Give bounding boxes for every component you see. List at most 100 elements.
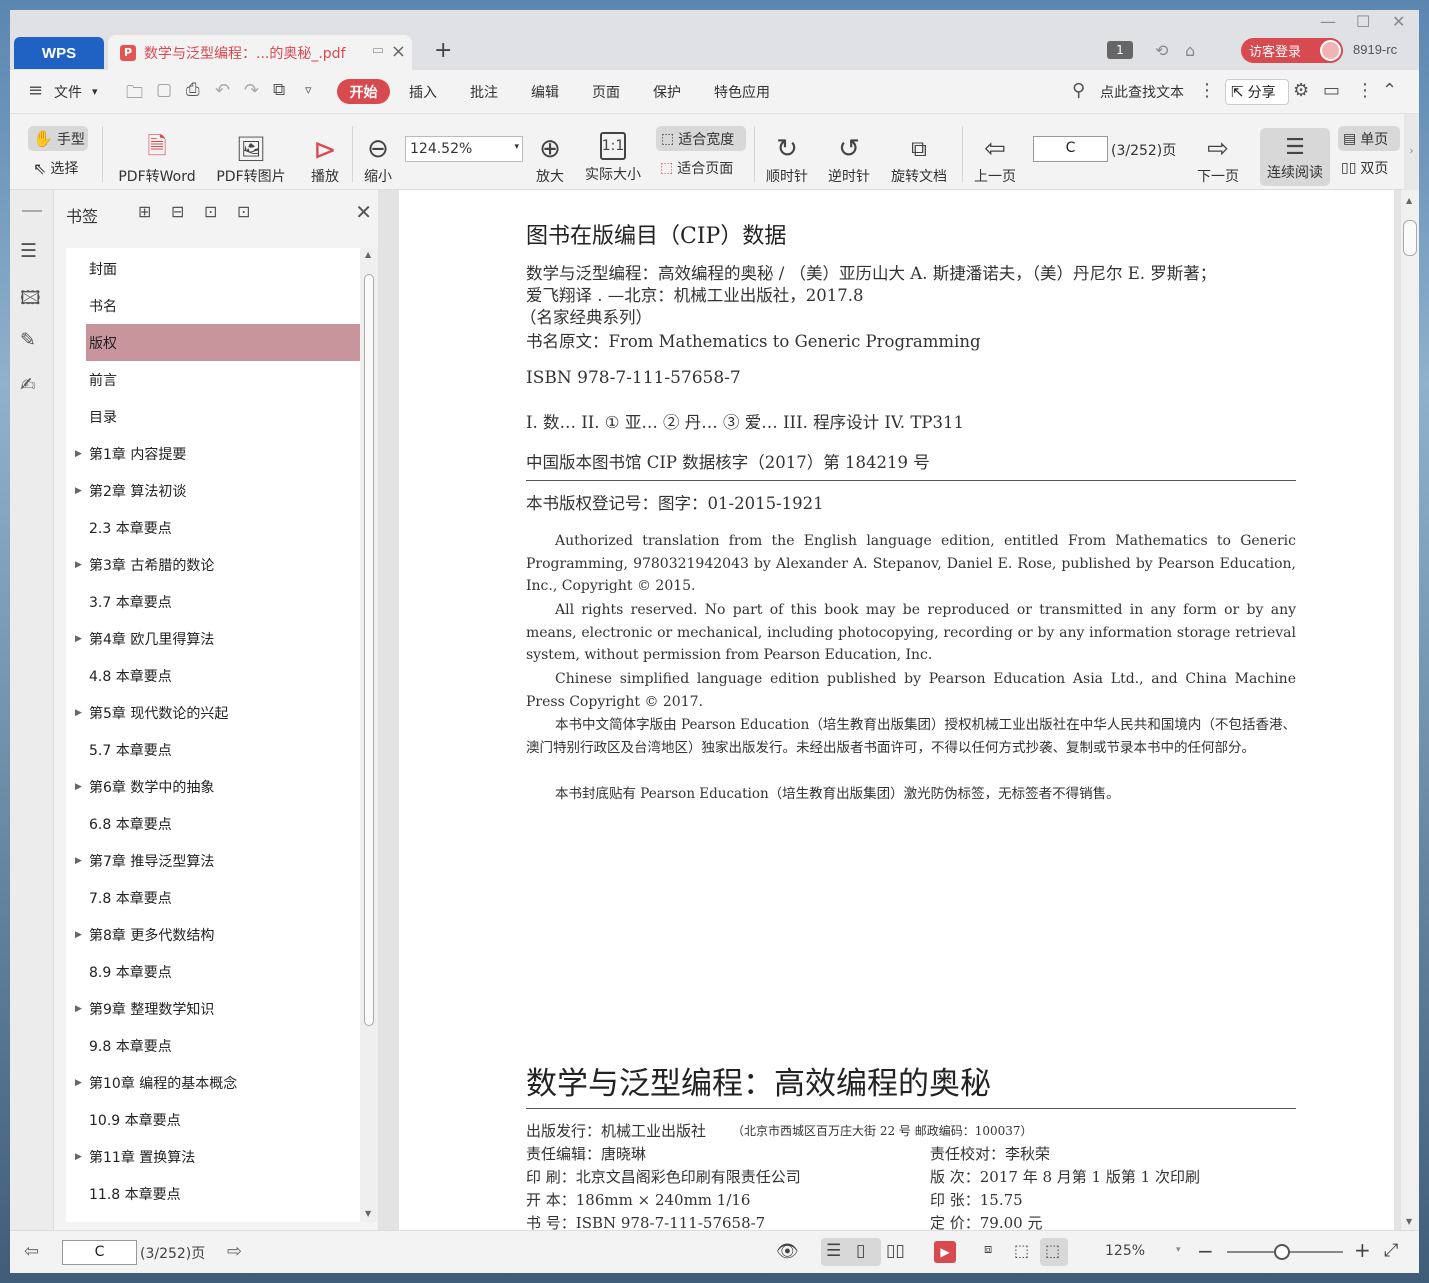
actual-size-icon[interactable]: ⧈	[984, 1242, 992, 1257]
settings-gear-icon[interactable]: ⚙	[1293, 80, 1309, 101]
menu-protect[interactable]: 保护	[653, 82, 681, 102]
fit-width-button[interactable]: ⬚ 适合宽度	[656, 126, 746, 151]
thumbnail-icon[interactable]: 🖾	[20, 284, 41, 316]
actual-size-button[interactable]: 1:1 实际大小	[582, 132, 644, 184]
play-slideshow-icon[interactable]: ▶	[934, 1241, 956, 1263]
signature-icon[interactable]: ✍	[20, 374, 36, 396]
collapse-all-icon[interactable]: ⊟	[171, 202, 184, 221]
open-folder-icon[interactable]: 🗀	[126, 80, 143, 109]
close-window-button[interactable]: ✕	[1392, 12, 1405, 31]
bookmark-item[interactable]: 前言	[66, 361, 360, 398]
maximize-button[interactable]: ☐	[1356, 12, 1370, 31]
page-number-input[interactable]: C	[1033, 136, 1108, 162]
minimize-button[interactable]: —	[1320, 12, 1336, 31]
bookmark-item[interactable]: ▶ 第1章 内容提要	[66, 435, 360, 472]
scroll-down-icon[interactable]: ▼	[365, 1209, 371, 1218]
document-tab[interactable]: P 数学与泛型编程：...的奥秘_.pdf ▭ ×	[108, 35, 412, 70]
status-page-input[interactable]: C	[62, 1240, 137, 1265]
bookmark-item[interactable]: ▶ 第7章 推导泛型算法	[66, 842, 360, 879]
zoom-select[interactable]: 124.52% ▾	[405, 136, 523, 162]
bookmark-item[interactable]: 书名	[66, 287, 360, 324]
document-viewport[interactable]: 图书在版编目（CIP）数据 数学与泛型编程：高效编程的奥秘 / （美）亚历山大 …	[378, 190, 1419, 1230]
menu-start[interactable]: 开始	[337, 79, 390, 104]
bookmark-item[interactable]: ▶ 第6章 数学中的抽象	[66, 768, 360, 805]
bookmark-item[interactable]: ▶ 第4章 欧几里得算法	[66, 620, 360, 657]
find-text-button[interactable]: 点此查找文本	[1100, 82, 1184, 102]
scrollbar-thumb[interactable]	[364, 274, 374, 1026]
expand-triangle-icon[interactable]: ▶	[75, 708, 82, 718]
bookmark-list-icon[interactable]: ☰	[20, 240, 37, 262]
toolbar-scroll-right[interactable]: ›	[1404, 114, 1419, 190]
expand-all-icon[interactable]: ⊡	[204, 202, 217, 221]
expand-triangle-icon[interactable]: ▶	[75, 1004, 82, 1014]
chevron-down-icon[interactable]: ▾	[92, 85, 98, 98]
double-page-button[interactable]: ▯▯ 双页	[1341, 158, 1388, 178]
zoom-in-icon[interactable]: +	[1354, 1238, 1371, 1262]
pdf-to-image-button[interactable]: 🖼 PDF转图片	[213, 132, 289, 186]
bookmark-item[interactable]: 5.7 本章要点	[66, 731, 360, 768]
bookmark-item[interactable]: ▶第12章 再论最大公约数算法	[66, 1212, 360, 1222]
single-page-button[interactable]: ▤ 单页	[1338, 126, 1400, 151]
comment-icon[interactable]: ▭	[1323, 80, 1340, 101]
menu-page[interactable]: 页面	[592, 82, 620, 102]
bookmark-item[interactable]: 版权	[86, 324, 360, 361]
bookmark-item[interactable]: 7.8 本章要点	[66, 879, 360, 916]
rotate-clockwise-button[interactable]: ↻ 顺时针	[762, 132, 812, 186]
new-tab-button[interactable]: +	[434, 38, 452, 63]
expand-triangle-icon[interactable]: ▶	[75, 449, 82, 459]
single-view-icon[interactable]: ▯	[856, 1241, 865, 1261]
double-view-icon[interactable]: ▯▯	[886, 1241, 905, 1261]
zoom-out-button[interactable]: ⊖ 缩小	[358, 132, 398, 186]
bookmark-options-icon[interactable]: ⊡	[237, 202, 250, 221]
bookmark-item[interactable]: 11.8 本章要点	[66, 1175, 360, 1212]
save-icon[interactable]: ▢	[156, 80, 172, 100]
window-count-badge[interactable]: 1	[1107, 41, 1133, 59]
close-tab-icon[interactable]: ×	[391, 41, 406, 62]
close-panel-icon[interactable]: ✕	[355, 200, 372, 224]
fit-page-icon[interactable]: ⬚	[1014, 1241, 1029, 1260]
scrollbar-thumb[interactable]	[1403, 220, 1417, 256]
annotation-icon[interactable]: ✎	[20, 329, 36, 351]
scroll-down-icon[interactable]: ▼	[1406, 1217, 1412, 1226]
export-image-icon[interactable]: ⧉	[273, 80, 285, 100]
rotate-counter-button[interactable]: ↺ 逆时针	[824, 132, 874, 186]
rotate-document-button[interactable]: ⧉ 旋转文档	[886, 132, 952, 186]
sync-icon[interactable]: ⟲	[1155, 41, 1168, 60]
continuous-view-icon[interactable]: ☰	[826, 1241, 841, 1261]
bookmark-item[interactable]: 3.7 本章要点	[66, 583, 360, 620]
prev-page-icon[interactable]: ⇦	[24, 1241, 39, 1262]
hamburger-menu-icon[interactable]: ≡	[28, 80, 43, 101]
bookmark-item[interactable]: 封面	[66, 250, 360, 287]
pdf-to-word-button[interactable]: 🗎 PDF转Word	[114, 132, 200, 186]
expand-triangle-icon[interactable]: ▶	[75, 856, 82, 866]
zoom-slider-knob[interactable]	[1274, 1244, 1290, 1260]
menu-special[interactable]: 特色应用	[714, 82, 770, 102]
expand-triangle-icon[interactable]: ▶	[75, 1078, 82, 1088]
continuous-read-button[interactable]: ☰ 连续阅读	[1260, 128, 1330, 186]
bookmark-item[interactable]: 目录	[66, 398, 360, 435]
bookmark-item[interactable]: ▶ 第2章 算法初谈	[66, 472, 360, 509]
expand-triangle-icon[interactable]: ▶	[75, 486, 82, 496]
next-page-button[interactable]: ⇨ 下一页	[1191, 132, 1245, 186]
menu-insert[interactable]: 插入	[409, 82, 437, 102]
add-bookmark-icon[interactable]: ⊞	[138, 202, 151, 221]
menu-file[interactable]: 文件	[54, 82, 82, 102]
collapse-ribbon-icon[interactable]: ⌃	[1382, 80, 1397, 101]
redo-icon[interactable]: ↷	[244, 80, 259, 101]
more-dropdown-icon[interactable]: ▿	[305, 83, 312, 98]
bookmark-item[interactable]: 10.9 本章要点	[66, 1101, 360, 1138]
expand-triangle-icon[interactable]: ▶	[75, 1152, 82, 1162]
bookmark-item[interactable]: 4.8 本章要点	[66, 657, 360, 694]
zoom-dropdown-icon[interactable]: ▾	[1176, 1245, 1181, 1255]
bookmark-item[interactable]: ▶ 第3章 古希腊的数论	[66, 546, 360, 583]
expand-triangle-icon[interactable]: ▶	[75, 782, 82, 792]
document-scrollbar[interactable]: ▲ ▼	[1401, 190, 1419, 1230]
bookmark-item[interactable]: ▶ 第8章 更多代数结构	[66, 916, 360, 953]
menu-edit[interactable]: 编辑	[531, 82, 559, 102]
undo-icon[interactable]: ↶	[215, 80, 230, 101]
select-tool-button[interactable]: ⇖ 选择	[33, 158, 78, 178]
more-vertical-icon[interactable]: ⋮	[1198, 80, 1216, 101]
next-page-icon[interactable]: ⇨	[227, 1241, 242, 1262]
bookmark-item[interactable]: ▶ 第5章 现代数论的兴起	[66, 694, 360, 731]
zoom-level[interactable]: 125%	[1105, 1243, 1145, 1259]
